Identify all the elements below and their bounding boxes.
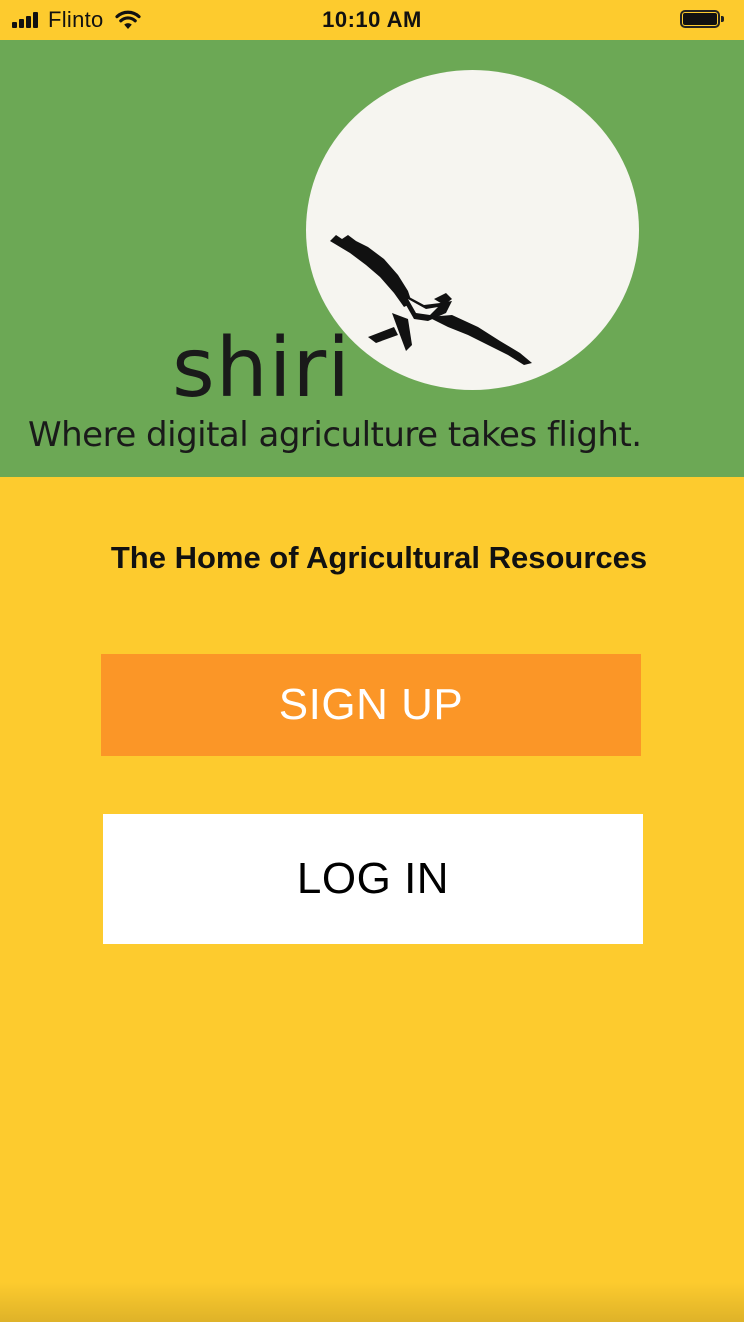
sign-up-button[interactable]: SIGN UP bbox=[101, 654, 641, 756]
hero-banner: shiri Where digital agriculture takes fl… bbox=[0, 40, 744, 477]
status-time: 10:10 AM bbox=[322, 7, 422, 32]
page-headline: The Home of Agricultural Resources bbox=[110, 540, 648, 575]
status-bar: Flinto 10:10 AM bbox=[0, 0, 744, 40]
bottom-edge-shadow bbox=[0, 1282, 744, 1322]
bird-icon bbox=[330, 235, 532, 365]
tagline: Where digital agriculture takes flight. bbox=[28, 415, 642, 455]
logo-wordmark: shiri bbox=[172, 321, 351, 416]
log-in-button[interactable]: LOG IN bbox=[103, 814, 643, 944]
battery-icon bbox=[680, 10, 726, 30]
